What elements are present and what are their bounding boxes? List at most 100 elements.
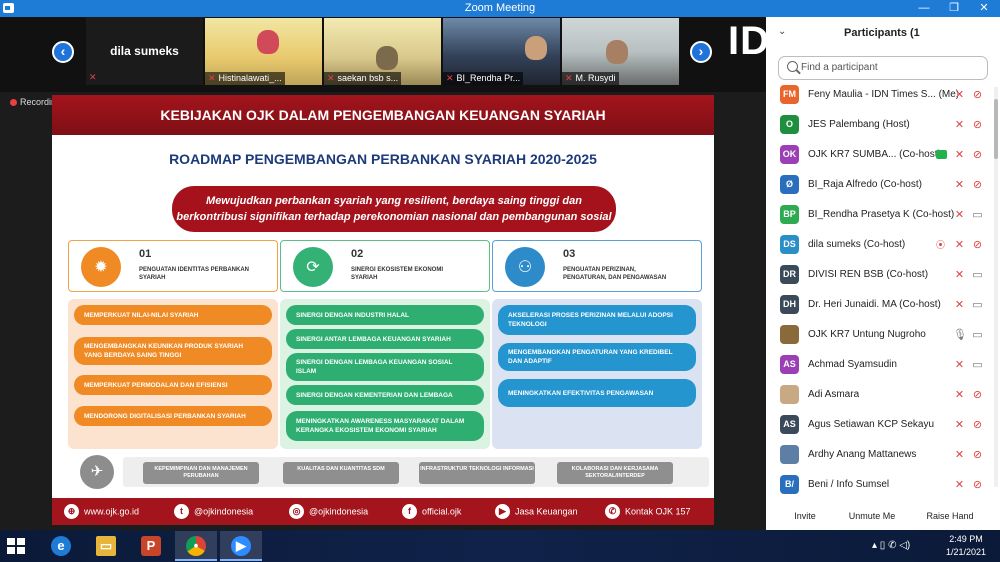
chrome-icon[interactable]: • bbox=[175, 531, 217, 561]
muted-mic-icon[interactable]: ✕ bbox=[953, 359, 966, 371]
chevron-down-icon[interactable]: ⌄ bbox=[778, 26, 786, 37]
video-off-icon[interactable]: ⊘ bbox=[971, 149, 984, 161]
participant-row[interactable]: OJK KR7 Untung Nugroho 🎙 ▭ bbox=[766, 321, 992, 351]
windows-start-icon[interactable] bbox=[7, 538, 25, 554]
muted-mic-icon[interactable]: ✕ bbox=[953, 89, 966, 101]
muted-mic-icon[interactable]: ✕ bbox=[953, 419, 966, 431]
shared-slide: KEBIJAKAN OJK DALAM PENGEMBANGAN KEUANGA… bbox=[52, 95, 714, 525]
pillar-01: ✹ 01 PENGUATAN IDENTITAS PERBANKAN SYARI… bbox=[68, 240, 278, 292]
video-off-icon[interactable]: ⊘ bbox=[971, 449, 984, 461]
unmute-me-button[interactable]: Unmute Me bbox=[844, 507, 900, 525]
avatar bbox=[780, 445, 799, 464]
maximize-button[interactable]: ❐ bbox=[939, 0, 969, 17]
enablers-row: ✈ KEPEMIMPINAN DAN MANAJEMEN PERUBAHAN K… bbox=[68, 453, 709, 493]
zoom-taskbar-icon[interactable]: ▶ bbox=[220, 531, 262, 561]
video-off-icon[interactable]: ⊘ bbox=[971, 89, 984, 101]
video-off-icon[interactable]: ⊘ bbox=[971, 239, 984, 251]
muted-mic-icon[interactable]: ✕ bbox=[953, 209, 966, 221]
participant-row[interactable]: BP BI_Rendha Prasetya K (Co-host) ✕ ▭ bbox=[766, 201, 992, 231]
participant-row[interactable]: B/Beni / Info Sumsel ✕ ⊘ bbox=[766, 471, 992, 495]
video-tile-name: Histinalawati_... bbox=[218, 73, 282, 83]
participant-name: Achmad Syamsudin bbox=[808, 359, 897, 370]
participant-row[interactable]: OK OJK KR7 SUMBA... (Co-host) ✕ ⊘ bbox=[766, 141, 992, 171]
clock-date: 1/21/2021 bbox=[945, 547, 987, 557]
chevron-right-icon[interactable]: › bbox=[690, 41, 712, 63]
participant-search-input[interactable]: Find a participant bbox=[778, 56, 988, 80]
video-off-icon[interactable]: ⊘ bbox=[971, 389, 984, 401]
muted-mic-icon[interactable]: ✕ bbox=[953, 239, 966, 251]
participant-row[interactable]: DH Dr. Heri Junaidi. MA (Co-host) ✕ ▭ bbox=[766, 291, 992, 321]
invite-button[interactable]: Invite bbox=[788, 507, 822, 525]
muted-mic-icon[interactable]: ✕ bbox=[953, 479, 966, 491]
avatar bbox=[780, 325, 799, 344]
initiative-pill: MEMPERKUAT NILAI-NILAI SYARIAH bbox=[74, 305, 272, 325]
participant-row[interactable]: Ø BI_Raja Alfredo (Co-host) ✕ ⊘ bbox=[766, 171, 992, 201]
video-tile[interactable]: ✕ saekan bsb s... bbox=[324, 18, 441, 85]
mic-icon[interactable]: 🎙 bbox=[953, 329, 967, 341]
footer-item: ▶ Jasa Keuangan bbox=[495, 504, 578, 519]
file-explorer-icon[interactable]: ▭ bbox=[85, 531, 127, 561]
avatar: DS bbox=[780, 235, 799, 254]
muted-mic-icon[interactable]: ✕ bbox=[953, 269, 966, 281]
video-tile-name: M. Rusydi bbox=[575, 73, 616, 83]
avatar: OK bbox=[780, 145, 799, 164]
system-tray[interactable]: ▴ ▯ ✆ ◁) bbox=[872, 540, 910, 551]
participant-video bbox=[606, 40, 628, 64]
muted-mic-icon[interactable]: ✕ bbox=[953, 149, 966, 161]
video-tile[interactable]: ✕ BI_Rendha Pr... bbox=[443, 18, 560, 85]
muted-mic-icon[interactable]: ✕ bbox=[953, 119, 966, 131]
participant-row[interactable]: AS Achmad Syamsudin ✕ ▭ bbox=[766, 351, 992, 381]
video-off-icon[interactable]: ⊘ bbox=[971, 479, 984, 491]
pillar-label: PENGUATAN PERIZINAN, PENGATURAN, DAN PEN… bbox=[563, 267, 667, 281]
participant-row[interactable]: DR DIVISI REN BSB (Co-host) ✕ ▭ bbox=[766, 261, 992, 291]
video-camera-icon[interactable]: ▭ bbox=[971, 299, 984, 311]
video-tile[interactable]: ✕ Histinalawati_... bbox=[205, 18, 322, 85]
participant-video bbox=[376, 46, 398, 70]
video-tile[interactable]: ✕ M. Rusydi bbox=[562, 18, 679, 85]
chevron-left-icon[interactable]: ‹ bbox=[52, 41, 74, 63]
participant-row[interactable]: Adi Asmara ✕ ⊘ bbox=[766, 381, 992, 411]
video-camera-icon[interactable]: ▭ bbox=[971, 359, 984, 371]
participant-row[interactable]: FM Feny Maulia - IDN Times S... (Me) ✕ ⊘ bbox=[766, 81, 992, 111]
video-camera-icon[interactable]: ▭ bbox=[971, 269, 984, 281]
muted-mic-icon: ✕ bbox=[327, 73, 335, 83]
participant-name: Dr. Heri Junaidi. MA (Co-host) bbox=[808, 299, 941, 310]
participant-scrollbar[interactable] bbox=[994, 87, 998, 487]
participant-name: OJK KR7 Untung Nugroho bbox=[808, 329, 926, 340]
rocket-icon: ✈ bbox=[80, 455, 114, 489]
pillar-03-items: AKSELERASI PROSES PERIZINAN MELALUI ADOP… bbox=[492, 299, 702, 449]
participant-name: OJK KR7 SUMBA... (Co-host) bbox=[808, 149, 941, 160]
powerpoint-icon[interactable]: P bbox=[130, 531, 172, 561]
participants-footer: Invite Unmute Me Raise Hand bbox=[766, 503, 1000, 530]
participant-row[interactable]: O JES Palembang (Host) ✕ ⊘ bbox=[766, 111, 992, 141]
participant-row[interactable]: AS Agus Setiawan KCP Sekayu ✕ ⊘ bbox=[766, 411, 992, 441]
minimize-button[interactable]: — bbox=[909, 0, 939, 17]
participant-video bbox=[257, 30, 279, 54]
participant-name: Feny Maulia - IDN Times S... (Me) bbox=[808, 89, 958, 100]
video-camera-icon[interactable]: ▭ bbox=[971, 329, 984, 341]
muted-mic-icon[interactable]: ✕ bbox=[953, 449, 966, 461]
avatar: O bbox=[780, 115, 799, 134]
muted-mic-icon[interactable]: ✕ bbox=[953, 389, 966, 401]
participant-row[interactable]: Ardhy Anang Mattanews ✕ ⊘ bbox=[766, 441, 992, 471]
video-off-icon[interactable]: ⊘ bbox=[971, 119, 984, 131]
avatar: DR bbox=[780, 265, 799, 284]
windows-taskbar: e ▭ P • ▶ ▴ ▯ ✆ ◁) 2:49 PM 1/21/2021 bbox=[0, 530, 1000, 562]
avatar: Ø bbox=[780, 175, 799, 194]
muted-mic-icon[interactable]: ✕ bbox=[953, 299, 966, 311]
internet-explorer-icon[interactable]: e bbox=[40, 531, 82, 561]
video-off-icon[interactable]: ⊘ bbox=[971, 179, 984, 191]
participant-row[interactable]: DS dila sumeks (Co-host) ⦿ ✕ ⊘ bbox=[766, 231, 992, 261]
video-off-icon[interactable]: ⊘ bbox=[971, 419, 984, 431]
partial-logo: ID bbox=[728, 19, 770, 63]
gear-icon: ✹ bbox=[81, 247, 121, 287]
taskbar-clock[interactable]: 2:49 PM 1/21/2021 bbox=[938, 533, 994, 559]
pillar-02-items: SINERGI DENGAN INDUSTRI HALAL SINERGI AN… bbox=[280, 299, 490, 449]
close-button[interactable]: ✕ bbox=[969, 0, 999, 17]
active-speaker-tile[interactable]: dila sumeks ✕ bbox=[86, 17, 203, 85]
muted-mic-icon[interactable]: ✕ bbox=[953, 179, 966, 191]
clock-time: 2:49 PM bbox=[949, 534, 983, 544]
participant-name: JES Palembang (Host) bbox=[808, 119, 910, 130]
video-camera-icon[interactable]: ▭ bbox=[971, 209, 984, 221]
raise-hand-button[interactable]: Raise Hand bbox=[922, 507, 978, 525]
